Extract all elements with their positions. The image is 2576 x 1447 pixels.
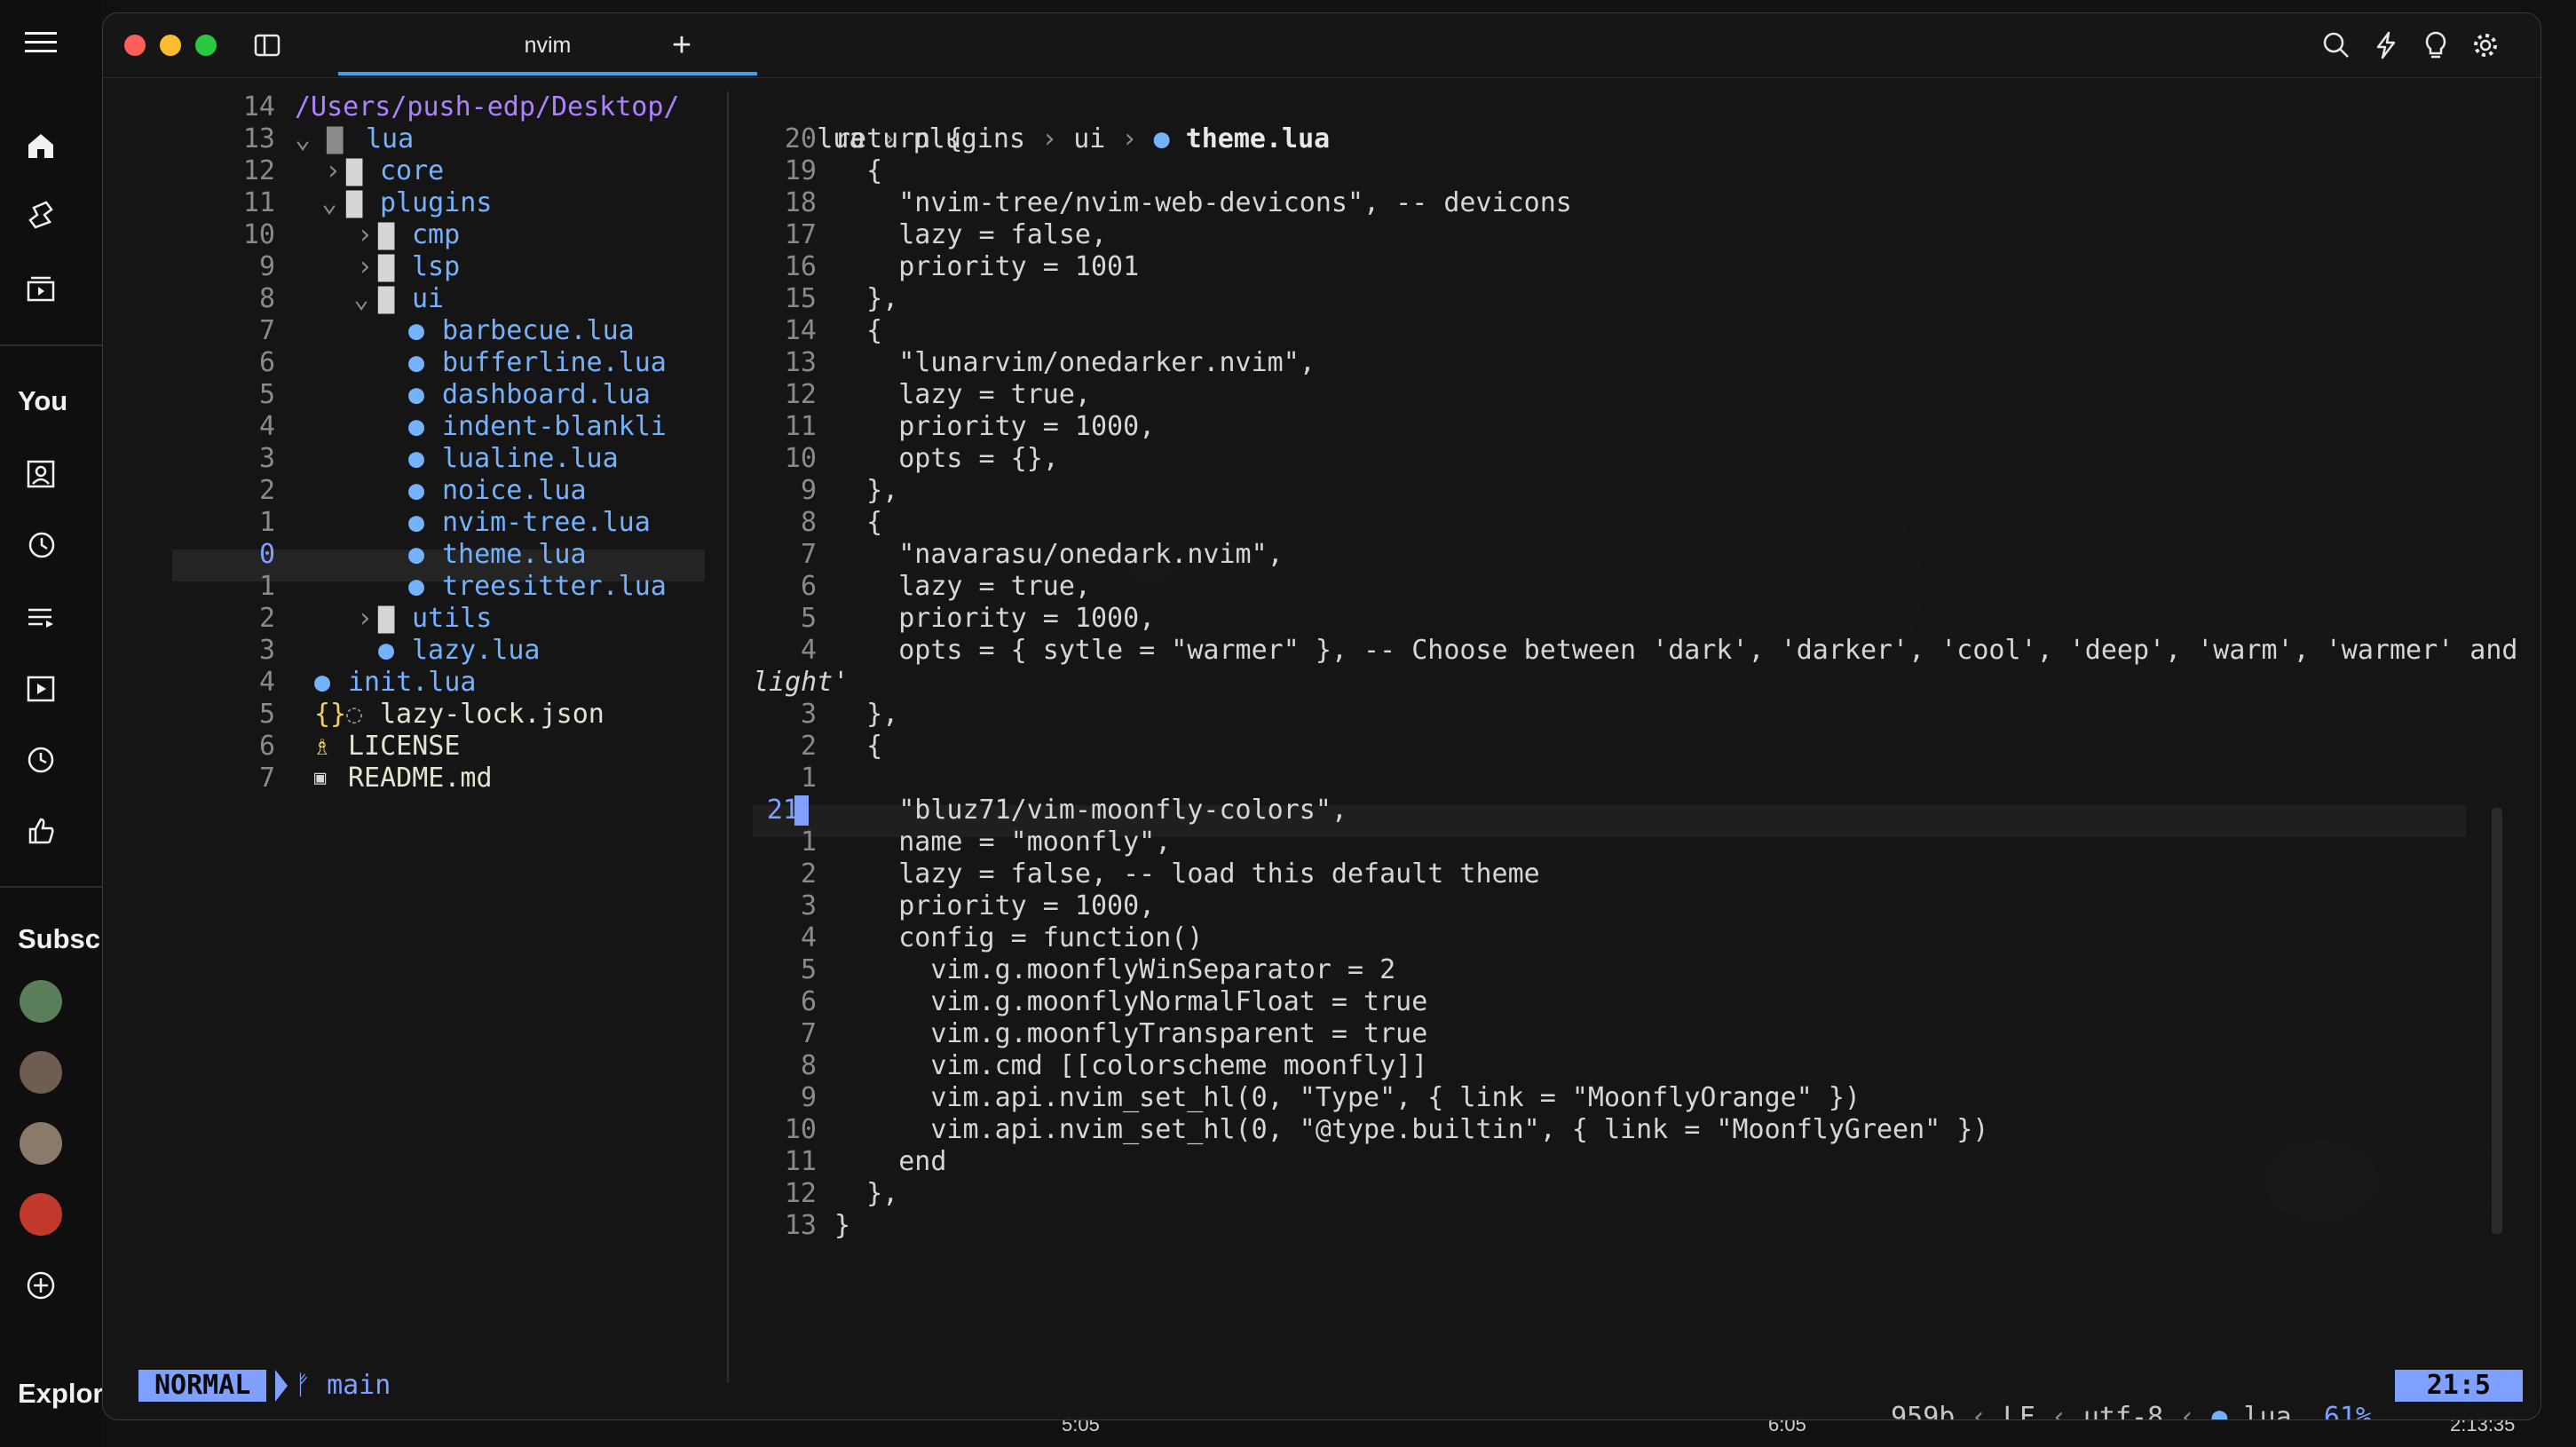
status-right: 959b ‹ LF ‹ utf-8 ‹ ● lua 61% bbox=[1795, 1370, 2372, 1419]
split-divider[interactable] bbox=[727, 91, 729, 1383]
code-line: 20 return { bbox=[784, 123, 963, 154]
code-line: 7 vim.g.moonflyTransparent = true bbox=[800, 1018, 1428, 1049]
code-line: 4 opts = { sytle = "warmer" }, -- Choose… bbox=[800, 635, 2541, 666]
code-editor[interactable]: 20 return { 19 { 18 "nvim-tree/nvim-web-d… bbox=[753, 123, 2541, 1384]
code-line: 14 { bbox=[784, 315, 883, 346]
file-type: lua bbox=[2243, 1402, 2292, 1420]
subscription-avatar[interactable] bbox=[20, 1051, 62, 1094]
subscription-avatar[interactable] bbox=[20, 1122, 62, 1165]
subscriptions-icon[interactable] bbox=[20, 266, 62, 309]
subscription-avatar[interactable] bbox=[20, 1193, 62, 1236]
file-size: 959b bbox=[1891, 1402, 1956, 1420]
mode-separator bbox=[275, 1370, 288, 1402]
code-line: 3 priority = 1000, bbox=[800, 890, 1156, 921]
file-encoding: utf-8 bbox=[2082, 1402, 2164, 1420]
code-line: 12 lazy = true, bbox=[784, 379, 1091, 410]
status-line: NORMAL ᚠ main 959b ‹ LF ‹ utf-8 ‹ ● lua … bbox=[138, 1370, 2523, 1419]
lua-filetype-icon: ● bbox=[2211, 1402, 2244, 1420]
explore-label[interactable]: Explor bbox=[18, 1378, 103, 1410]
hamburger-menu-icon[interactable] bbox=[20, 21, 62, 64]
code-line: 1 name = "moonfly", bbox=[800, 826, 1172, 858]
history-icon[interactable] bbox=[20, 524, 62, 566]
code-line: 5 priority = 1000, bbox=[800, 603, 1156, 634]
code-line: 13} bbox=[784, 1210, 851, 1241]
subscriptions-label[interactable]: Subsc bbox=[18, 923, 100, 955]
close-window-button[interactable] bbox=[124, 35, 146, 56]
shorts-icon[interactable] bbox=[20, 194, 62, 236]
code-line: 6 lazy = true, bbox=[800, 571, 1091, 602]
title-bar: nvim + bbox=[103, 13, 2540, 78]
nav-divider-2 bbox=[0, 886, 102, 888]
line-ending: LF bbox=[2003, 1402, 2035, 1420]
code-line: 9 }, bbox=[800, 475, 899, 506]
mode-indicator: NORMAL bbox=[138, 1370, 267, 1402]
cursor-position: 21:5 bbox=[2394, 1370, 2523, 1402]
code-line: 3 }, bbox=[800, 699, 899, 730]
code-line: 13 "lunarvim/onedarker.nvim", bbox=[784, 347, 1316, 378]
lightning-icon[interactable] bbox=[2367, 26, 2406, 65]
subscription-avatar[interactable] bbox=[20, 980, 62, 1023]
git-branch-label: main bbox=[327, 1370, 391, 1401]
terminal-window: nvim + 14/Users/push-edp/Desktop/ 13 ⌄ ▇ l… bbox=[102, 12, 2541, 1420]
your-videos-icon[interactable] bbox=[20, 668, 62, 710]
background-sidebar: You Subsc Explor bbox=[0, 0, 103, 1447]
code-line: 4 config = function() bbox=[800, 922, 1204, 953]
active-tab-indicator bbox=[338, 72, 757, 75]
file-tree: 14/Users/push-edp/Desktop/ 13 ⌄ ▇ lua 12 › ▇… bbox=[242, 91, 680, 794]
code-line-wrapped: light' bbox=[753, 667, 849, 698]
home-icon[interactable] bbox=[20, 124, 62, 167]
minimize-window-button[interactable] bbox=[160, 35, 181, 56]
code-line: 15 }, bbox=[784, 283, 899, 314]
code-line: 8 vim.cmd [[colorscheme moonfly]] bbox=[800, 1050, 1428, 1081]
maximize-window-button[interactable] bbox=[195, 35, 217, 56]
lightbulb-icon[interactable] bbox=[2416, 26, 2455, 65]
code-line: 11 end bbox=[784, 1146, 947, 1177]
code-line: 2 { bbox=[800, 731, 883, 762]
code-line: 17 lazy = false, bbox=[784, 219, 1108, 250]
watch-later-icon[interactable] bbox=[20, 739, 62, 781]
text-cursor bbox=[794, 795, 809, 826]
new-tab-button[interactable]: + bbox=[662, 26, 701, 65]
code-line: 5 vim.g.moonflyWinSeparator = 2 bbox=[800, 954, 1396, 985]
code-line: 6 vim.g.moonflyNormalFloat = true bbox=[800, 986, 1428, 1017]
code-line: 8 { bbox=[800, 507, 883, 538]
search-icon[interactable] bbox=[2317, 26, 2356, 65]
liked-videos-icon[interactable] bbox=[20, 810, 62, 852]
code-line-current: 21 "bluz71/vim-moonfly-colors", bbox=[766, 795, 1347, 826]
code-line: 9 vim.api.nvim_set_hl(0, "Type", { link … bbox=[800, 1082, 1861, 1113]
code-line: 12 }, bbox=[784, 1178, 899, 1209]
code-line: 10 opts = {}, bbox=[784, 443, 1059, 474]
code-line: 2 lazy = false, -- load this default the… bbox=[800, 858, 1540, 890]
add-circle-icon[interactable] bbox=[20, 1264, 62, 1307]
code-line: 7 "navarasu/onedark.nvim", bbox=[800, 539, 1284, 570]
editor-scrollbar[interactable] bbox=[2492, 808, 2502, 1234]
breadcrumb: lua › plugins › ui › ● theme.lua bbox=[817, 123, 1331, 154]
sidebar-toggle-icon[interactable] bbox=[248, 26, 287, 65]
nav-divider bbox=[0, 344, 102, 346]
code-line: 18 "nvim-tree/nvim-web-devicons", -- dev… bbox=[784, 187, 1572, 218]
code-line: 1 bbox=[800, 763, 817, 794]
you-label[interactable]: You bbox=[18, 385, 67, 417]
scroll-percent: 61% bbox=[2323, 1402, 2372, 1420]
code-line: 11 priority = 1000, bbox=[784, 411, 1156, 442]
git-branch: ᚠ main bbox=[295, 1370, 391, 1402]
channel-icon[interactable] bbox=[20, 453, 62, 495]
git-branch-icon: ᚠ bbox=[295, 1370, 328, 1401]
code-line: 16 priority = 1001 bbox=[784, 251, 1140, 282]
gear-icon[interactable] bbox=[2466, 26, 2505, 65]
code-line: 10 vim.api.nvim_set_hl(0, "@type.builtin… bbox=[784, 1114, 1989, 1145]
code-line: 19 { bbox=[784, 155, 883, 186]
playlists-icon[interactable] bbox=[20, 597, 62, 639]
